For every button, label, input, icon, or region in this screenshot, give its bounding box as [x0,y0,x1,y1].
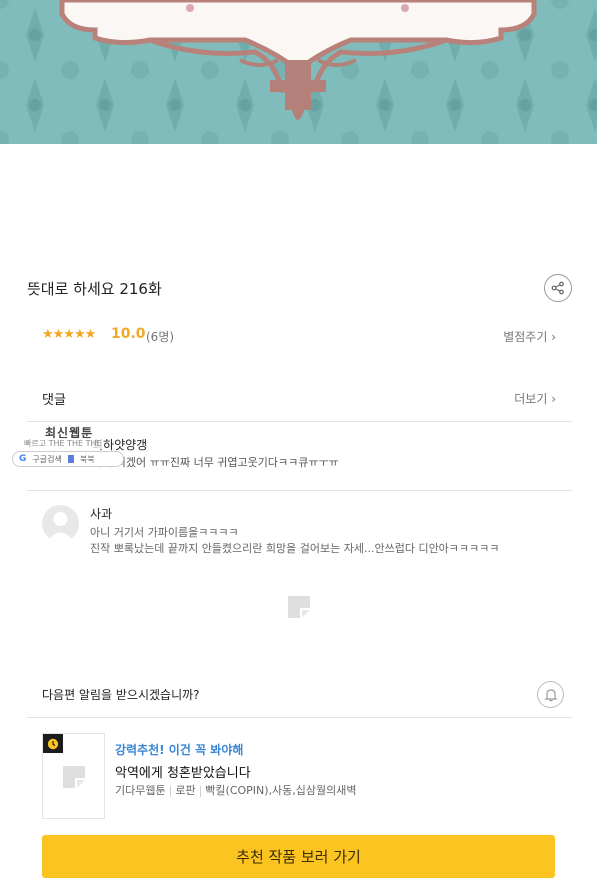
clock-icon [47,738,59,749]
rating-stars: ★★★★★ [42,327,96,342]
recommendation-meta: 기다무웹툰 | 로판 | 빡킬(COPIN),사동,십삼월의새벽 [115,784,357,797]
episode-banner-image [0,0,597,144]
recommendation-tag: 강력추천! 이건 꼭 봐야해 [115,743,244,757]
bookmark-label: 북북 [79,454,95,464]
wait-free-badge [43,734,63,753]
rating-row: ★★★★★ 10.0 (6명) 별점주기 › [42,326,556,346]
share-button[interactable] [544,274,572,302]
google-icon: G [19,454,27,464]
divider [27,421,572,422]
comments-label: 댓글 [42,393,66,408]
comments-header: 댓글 더보기 › [42,389,556,409]
widget-subtitle: 빠르고 THE THE THE [24,438,102,449]
notify-text: 다음편 알림을 받으시겠습니까? [42,688,200,702]
image-placeholder-icon [63,766,85,788]
comments-more-link[interactable]: 더보기 › [514,390,556,407]
rate-button[interactable]: 별점주기 › [503,328,556,345]
comment-text-line: 진작 뽀록났는데 끝까지 안들켰으리란 희망을 걸어보는 자세...안쓰럽다 디… [90,542,500,555]
floating-search-widget[interactable]: 최신웹툰 빠르고 THE THE THE G 구글검색 북북 [12,424,142,470]
see-recommended-button[interactable]: 추천 작품 보러 가기 [42,835,555,878]
google-search-label: 구글검색 [32,454,62,464]
divider [27,717,572,718]
notify-bell-button[interactable] [537,681,564,708]
recommendation-title[interactable]: 악역에게 청혼받았습니다 [115,762,251,781]
episode-title-row: 뜻대로 하세요 216화 [27,272,572,304]
recommendation-card[interactable]: 강력추천! 이건 꼭 봐야해 악역에게 청혼받았습니다 기다무웹툰 | 로판 | 빡킬(… [42,733,562,823]
image-placeholder-icon [288,596,310,618]
rating-voter-count: (6명) [146,330,175,344]
meta-authors: 빡킬(COPIN),사동,십삼월의새벽 [205,784,357,797]
rating-score: 10.0 [111,326,146,342]
comment-author: 사과 [90,507,113,521]
divider [27,490,572,491]
bell-icon [544,688,557,701]
comment-text-line: 아니 거기서 가파이름을ㅋㅋㅋㅋ [90,526,239,539]
bookmark-icon [67,455,74,463]
share-icon [551,281,564,295]
widget-search-pill[interactable]: G 구글검색 북북 [12,451,124,467]
meta-category: 기다무웹툰 [115,784,166,797]
next-episode-notify-row: 다음편 알림을 받으시겠습니까? [42,680,564,710]
recommendation-thumbnail[interactable] [42,733,105,819]
meta-genre: 로판 [175,784,196,797]
comment-item: 사과 아니 거기서 가파이름을ㅋㅋㅋㅋ 진작 뽀록났는데 끝까지 안들켰으리란 … [42,505,562,565]
episode-title: 뜻대로 하세요 216화 [27,280,162,298]
avatar [42,505,79,542]
